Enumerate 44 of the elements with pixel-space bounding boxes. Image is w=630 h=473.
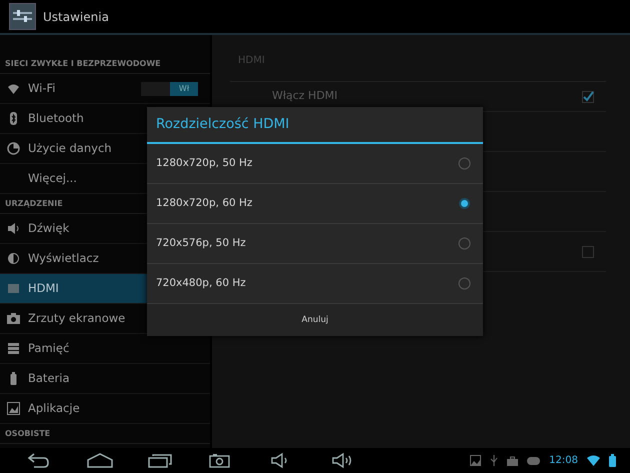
- cancel-button[interactable]: Anuluj: [147, 304, 483, 336]
- menu-label: HDMI: [28, 280, 59, 297]
- menu-label: Pamięć: [28, 340, 70, 357]
- radio-option[interactable]: 720x576p, 50 Hz: [147, 224, 483, 264]
- menu-label: Wi-Fi: [28, 80, 56, 97]
- brightness-icon: [7, 252, 20, 265]
- storage-icon: [7, 342, 20, 355]
- pie-chart-icon: [7, 142, 20, 155]
- radio-option[interactable]: 1280x720p, 60 Hz: [147, 184, 483, 224]
- checkbox[interactable]: [582, 90, 594, 102]
- app-title: Ustawienia: [43, 8, 109, 26]
- speaker-icon: [7, 222, 20, 235]
- menu-label: Dźwięk: [28, 220, 70, 237]
- battery-icon: [609, 454, 616, 467]
- toggle-switch[interactable]: Wł: [141, 82, 198, 96]
- screen-icon: [7, 282, 20, 295]
- setting-label: Włącz HDMI: [272, 88, 338, 104]
- bluetooth-icon: [7, 112, 20, 125]
- menu-label: Aplikacje: [28, 400, 80, 417]
- settings-icon: [9, 3, 36, 30]
- home-icon[interactable]: [87, 452, 113, 469]
- section-header: SIECI ZWYKŁE I BEZPRZEWODOWE: [0, 54, 210, 74]
- menu-item[interactable]: Wi-Fi Wł: [0, 74, 210, 104]
- menu-label: Wyświetlacz: [28, 250, 99, 267]
- checkbox[interactable]: [582, 246, 594, 258]
- recent-apps-icon[interactable]: [148, 452, 174, 469]
- image-icon: [470, 455, 482, 466]
- menu-label: Bluetooth: [28, 110, 84, 127]
- clock: 12:08: [549, 454, 578, 468]
- menu-label: Użycie danych: [28, 140, 112, 157]
- camera-icon: [7, 312, 20, 325]
- wifi-signal-icon: [587, 455, 600, 466]
- section-header: OSOBISTE: [0, 424, 210, 444]
- dialog-title: Rozdzielczość HDMI: [147, 107, 483, 144]
- menu-label: Zrzuty ekranowe: [28, 310, 126, 327]
- menu-label: Więcej...: [28, 170, 77, 187]
- usb-icon: [490, 455, 498, 466]
- radio-option[interactable]: 1280x720p, 50 Hz: [147, 144, 483, 184]
- menu-label: Bateria: [28, 370, 70, 387]
- wifi-icon: [7, 82, 20, 95]
- menu-item[interactable]: Aplikacje: [0, 394, 210, 424]
- menu-item[interactable]: Bateria: [0, 364, 210, 394]
- briefcase-icon: [507, 456, 518, 466]
- back-icon[interactable]: [26, 452, 52, 469]
